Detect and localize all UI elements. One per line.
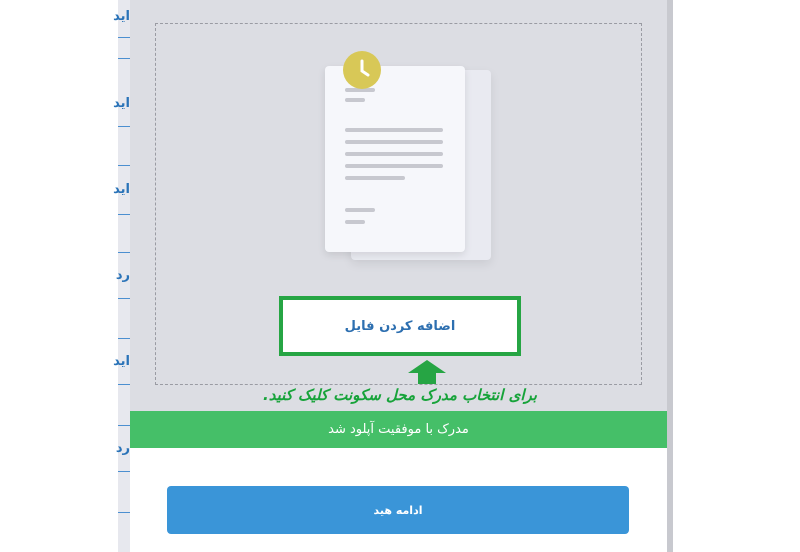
list-item-5[interactable]: ايد	[100, 354, 130, 369]
list-item-3[interactable]: ايد	[100, 182, 130, 197]
list-divider	[118, 165, 130, 166]
page-background-right	[667, 0, 800, 552]
list-divider	[118, 512, 130, 513]
list-divider	[118, 126, 130, 127]
background-list: ايد ايد ايد رد ايد رد	[0, 0, 130, 552]
list-divider	[118, 298, 130, 299]
continue-button[interactable]: ادامه هید	[167, 486, 629, 534]
list-divider	[118, 252, 130, 253]
add-file-button[interactable]: اضافه کردن فایل	[279, 296, 521, 356]
list-divider	[118, 58, 130, 59]
document-icon	[325, 66, 465, 252]
scrollbar-track[interactable]	[667, 0, 673, 552]
list-item-6[interactable]: رد	[100, 441, 130, 456]
clock-icon	[343, 51, 381, 89]
list-divider	[118, 384, 130, 385]
list-divider	[118, 214, 130, 215]
list-divider	[118, 471, 130, 472]
list-divider	[118, 425, 130, 426]
file-dropzone[interactable]: اضافه کردن فایل	[155, 23, 642, 385]
list-item-1[interactable]: ايد	[100, 9, 130, 24]
upload-hint: برای انتخاب مدرک محل سکونت کلیک کنید.	[263, 386, 537, 404]
list-item-2[interactable]: ايد	[100, 96, 130, 111]
success-message: مدرک با موفقیت آپلود شد	[130, 411, 667, 448]
list-item-4[interactable]: رد	[100, 268, 130, 283]
up-arrow-icon	[408, 360, 446, 384]
list-divider	[118, 37, 130, 38]
upload-modal: اضافه کردن فایل برای انتخاب مدرک محل سکو…	[130, 0, 667, 552]
modal-footer: ادامه هید	[130, 448, 667, 552]
list-divider	[118, 338, 130, 339]
